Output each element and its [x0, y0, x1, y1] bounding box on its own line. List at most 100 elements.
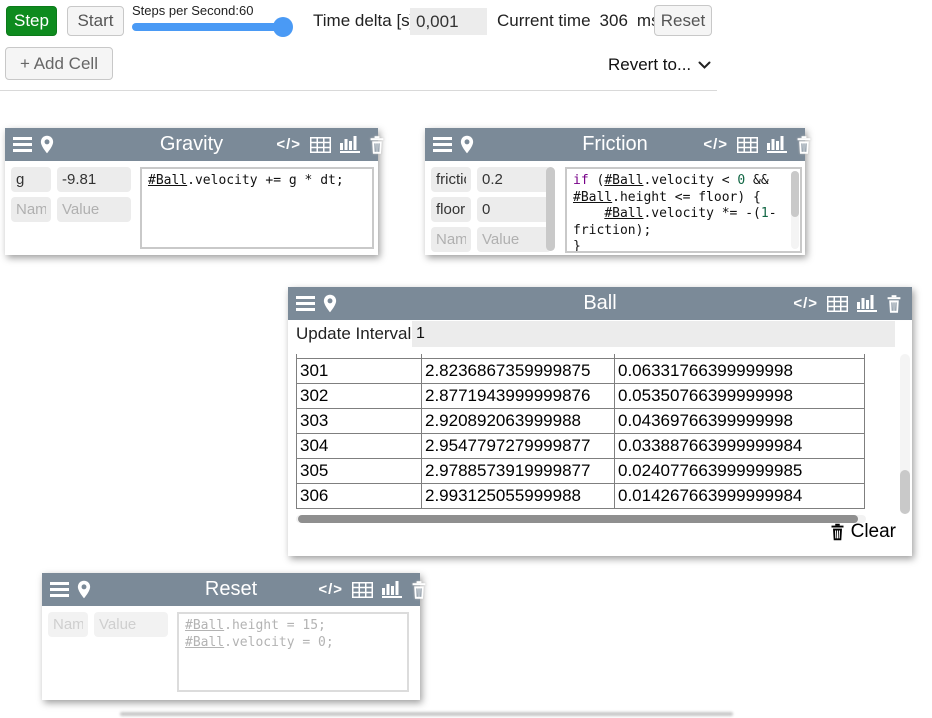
- trash-icon[interactable]: [886, 295, 902, 313]
- table-row: 3022.87719439999998760.05350766399999998: [297, 384, 865, 409]
- data-table: 3012.82368673599998750.06331766399999998…: [296, 354, 865, 509]
- scrollbar-thumb[interactable]: [298, 515, 858, 523]
- hamburger-icon[interactable]: [296, 296, 315, 311]
- pin-icon[interactable]: [40, 135, 54, 154]
- table-vertical-scrollbar[interactable]: [900, 354, 910, 514]
- clear-label: Clear: [851, 521, 896, 543]
- code-line: if (#Ball.velocity < 0 &&: [573, 173, 794, 190]
- reset-time-button[interactable]: Reset: [654, 5, 712, 36]
- code-icon[interactable]: </>: [793, 295, 818, 312]
- hamburger-icon[interactable]: [50, 582, 69, 597]
- code-icon[interactable]: </>: [703, 136, 728, 153]
- slider-track[interactable]: [132, 23, 285, 31]
- cell-ball-header: Ball </>: [288, 287, 912, 320]
- param-name-input[interactable]: [11, 197, 51, 222]
- code-icon[interactable]: </>: [276, 136, 301, 153]
- param-value-input[interactable]: [477, 197, 551, 222]
- update-interval-input[interactable]: [412, 321, 895, 347]
- start-button[interactable]: Start: [67, 6, 124, 36]
- pin-icon[interactable]: [323, 294, 337, 313]
- table-cell: 0.014267663999999984: [615, 484, 865, 509]
- pin-icon[interactable]: [77, 580, 91, 599]
- trash-icon[interactable]: [369, 136, 385, 154]
- param-row: [11, 197, 131, 222]
- slider-thumb[interactable]: [273, 17, 293, 37]
- steps-per-second-label: Steps per Second:60: [132, 3, 253, 18]
- table-cell: 2.993125055999988: [422, 484, 615, 509]
- steps-per-second-text: Steps per Second:: [132, 3, 239, 18]
- param-list: [11, 167, 131, 227]
- code-icon[interactable]: </>: [318, 581, 343, 598]
- clear-button[interactable]: Clear: [830, 521, 896, 543]
- hamburger-icon[interactable]: [433, 137, 452, 152]
- table-cell: 2.8236867359999875: [422, 359, 615, 384]
- partial-cell-shadow: [120, 712, 733, 716]
- table-cell: 0.024077663999999985: [615, 459, 865, 484]
- param-row: [11, 167, 131, 192]
- table-cell: 302: [297, 384, 422, 409]
- table-cell: 2.9788573919999877: [422, 459, 615, 484]
- code-line: #Ball.velocity += g * dt;: [148, 173, 366, 190]
- data-table-viewport: 3012.82368673599998750.06331766399999998…: [296, 354, 866, 514]
- current-time-label: Current time: [497, 11, 591, 31]
- code-editor[interactable]: if (#Ball.velocity < 0 &&#Ball.height <=…: [565, 167, 802, 253]
- cell-title: Reset: [205, 578, 257, 601]
- trash-icon: [830, 523, 845, 541]
- cell-friction-header: Friction </>: [425, 128, 805, 161]
- scrollbar-thumb[interactable]: [900, 470, 910, 514]
- chart-icon[interactable]: [767, 136, 787, 153]
- table-icon[interactable]: [352, 582, 373, 598]
- revert-to-dropdown[interactable]: Revert to...: [608, 55, 711, 75]
- params-scrollbar[interactable]: [546, 167, 555, 251]
- pin-icon[interactable]: [460, 135, 474, 154]
- table-cell: 0.05350766399999998: [615, 384, 865, 409]
- code-line: #Ball.height <= floor) {: [573, 190, 794, 207]
- chevron-down-icon: [698, 61, 711, 70]
- table-cell: 0.033887663999999984: [615, 434, 865, 459]
- cell-reset-header: Reset </>: [42, 573, 420, 606]
- table-cell: 2.8771943999999876: [422, 384, 615, 409]
- code-editor-scrollbar[interactable]: [791, 171, 799, 249]
- hamburger-icon[interactable]: [13, 137, 32, 152]
- step-button[interactable]: Step: [6, 6, 57, 36]
- add-cell-button[interactable]: + Add Cell: [5, 47, 113, 80]
- cell-gravity: Gravity </> #Ball.velocity += g * dt;: [5, 128, 378, 255]
- param-name-input[interactable]: [48, 612, 88, 637]
- trash-icon[interactable]: [411, 581, 427, 599]
- steps-per-second-value: 60: [239, 3, 253, 18]
- revert-to-label: Revert to...: [608, 55, 691, 75]
- table-horizontal-scrollbar[interactable]: [296, 515, 866, 523]
- trash-icon[interactable]: [796, 136, 812, 154]
- code-line: }: [573, 239, 794, 253]
- chart-icon[interactable]: [382, 581, 402, 598]
- table-icon[interactable]: [827, 296, 848, 312]
- param-name-input[interactable]: [11, 167, 51, 192]
- table-icon[interactable]: [737, 137, 758, 153]
- param-name-input[interactable]: [431, 167, 471, 192]
- param-value-input[interactable]: [477, 167, 551, 192]
- steps-per-second-slider[interactable]: [132, 22, 285, 32]
- param-name-input[interactable]: [431, 227, 471, 252]
- scrollbar-thumb[interactable]: [791, 171, 799, 217]
- code-editor[interactable]: #Ball.velocity += g * dt;: [140, 167, 374, 249]
- table-cell: 2.9547797279999877: [422, 434, 615, 459]
- table-cell: 303: [297, 409, 422, 434]
- code-line: friction);: [573, 223, 794, 240]
- table-cell: 0.04369766399999998: [615, 409, 865, 434]
- param-name-input[interactable]: [431, 197, 471, 222]
- param-row: [431, 167, 551, 192]
- table-icon[interactable]: [310, 137, 331, 153]
- cell-ball: Ball </> Update Interval: 3012.823686735…: [288, 287, 912, 556]
- code-editor[interactable]: #Ball.height = 15;#Ball.velocity = 0;: [177, 612, 409, 692]
- param-value-input[interactable]: [477, 227, 551, 252]
- param-value-input[interactable]: [94, 612, 168, 637]
- scrollbar-thumb[interactable]: [546, 167, 555, 251]
- chart-icon[interactable]: [857, 295, 877, 312]
- time-delta-input[interactable]: [410, 8, 487, 35]
- cell-title: Friction: [582, 133, 648, 156]
- cell-title: Ball: [583, 292, 616, 315]
- param-value-input[interactable]: [57, 167, 131, 192]
- param-value-input[interactable]: [57, 197, 131, 222]
- table-cell: 2.920892063999988: [422, 409, 615, 434]
- chart-icon[interactable]: [340, 136, 360, 153]
